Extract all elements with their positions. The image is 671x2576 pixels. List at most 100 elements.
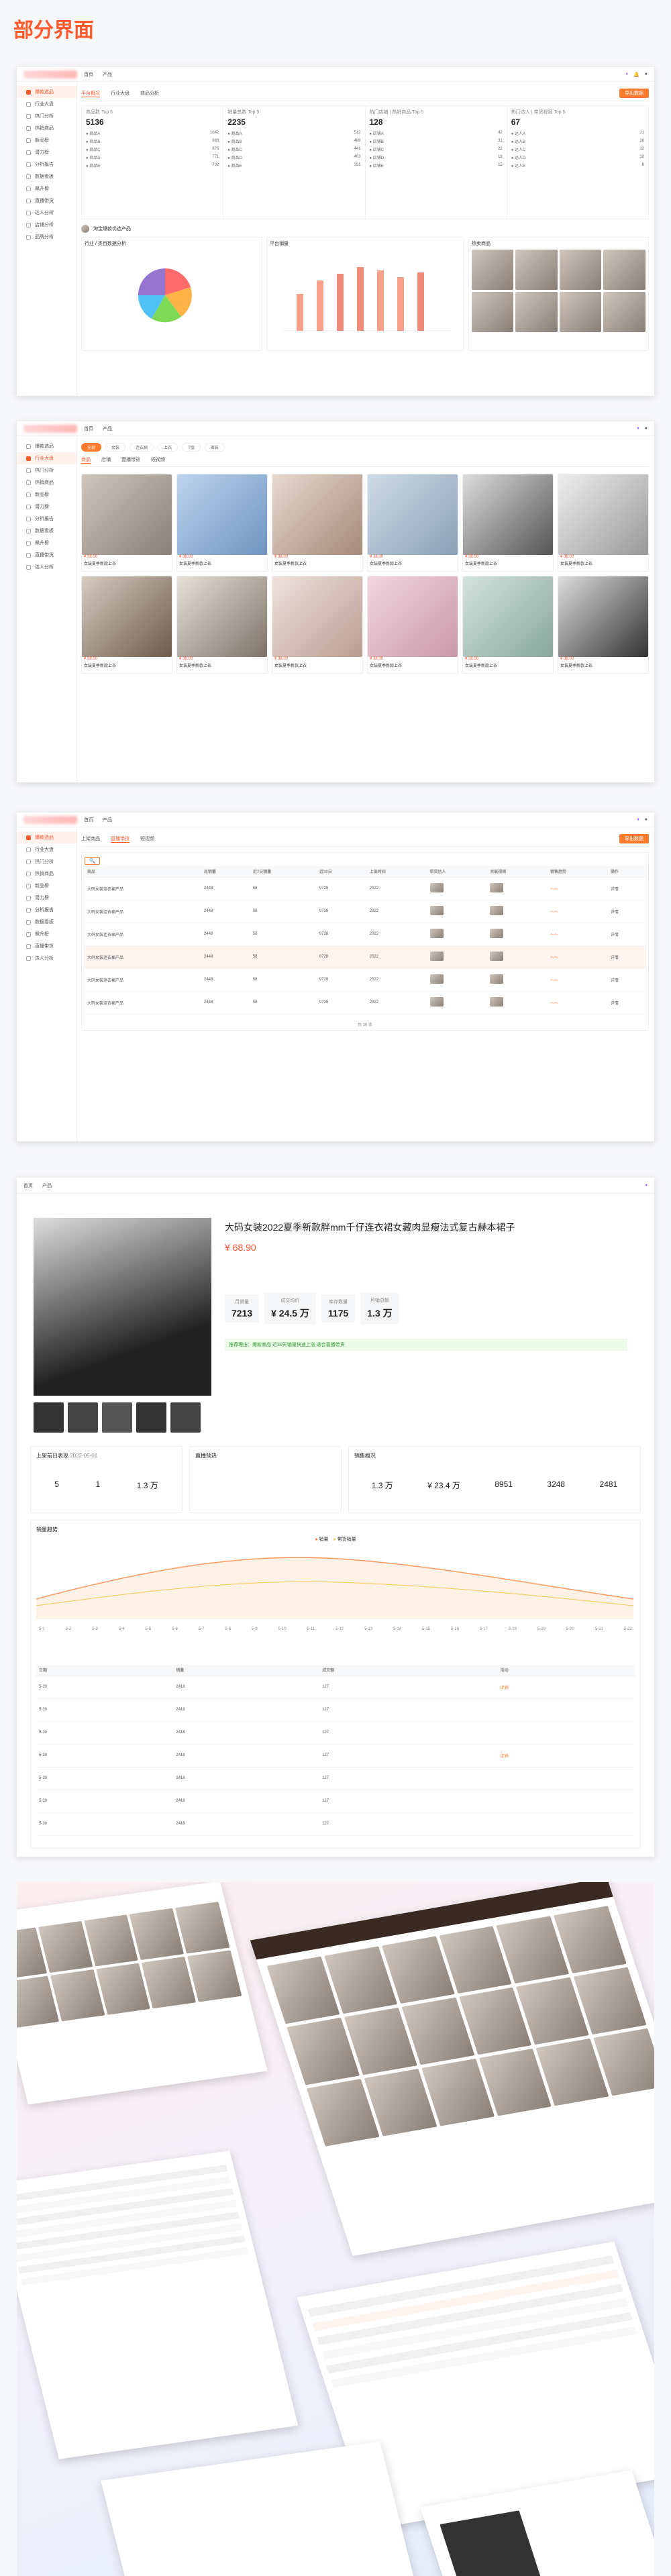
- sidebar-item[interactable]: 数据看板: [17, 525, 76, 537]
- product-thumb[interactable]: [515, 292, 558, 332]
- nav-product[interactable]: 产品: [103, 427, 112, 431]
- vip-icon[interactable]: ♦: [637, 426, 639, 431]
- product-card[interactable]: ¥ 38.00 女装夏季新款上衣: [462, 576, 554, 674]
- nav-home[interactable]: 首页: [23, 1184, 33, 1188]
- tab-industry[interactable]: 行业大盘: [111, 90, 130, 97]
- nav-home[interactable]: 首页: [84, 72, 93, 77]
- product-card[interactable]: ¥ 38.00 女装夏季新款上衣: [558, 576, 649, 674]
- sidebar-item[interactable]: 店铺分析: [17, 219, 76, 231]
- tab-goods[interactable]: 商品: [81, 456, 91, 464]
- export-button[interactable]: 导出数据: [619, 89, 649, 98]
- product-card[interactable]: ¥ 38.00 女装夏季新款上衣: [81, 576, 172, 674]
- chip[interactable]: 连衣裙: [130, 442, 154, 452]
- product-card[interactable]: ¥ 38.00 女装夏季新款上衣: [367, 474, 458, 572]
- sidebar-item[interactable]: 数据看板: [17, 916, 76, 928]
- sidebar-item[interactable]: 潜力榜: [17, 892, 76, 904]
- sidebar-item[interactable]: 爆款选品: [17, 440, 76, 452]
- table-row[interactable]: 大码女装连衣裙产品 2448 58 9728 2022 ～～ 详情: [85, 968, 646, 992]
- vip-icon[interactable]: ♦: [625, 72, 628, 76]
- product-card[interactable]: ¥ 38.00 女装夏季新款上衣: [462, 474, 554, 572]
- sidebar-item[interactable]: 分析报告: [17, 513, 76, 525]
- thumbnail[interactable]: [68, 1402, 98, 1433]
- product-thumb[interactable]: [471, 292, 514, 332]
- sidebar-item[interactable]: 爆款选品: [17, 86, 76, 98]
- sidebar-item[interactable]: 达人分析: [17, 207, 76, 219]
- sidebar-item[interactable]: 爆款选品: [17, 831, 76, 843]
- tab-products[interactable]: 商品分析: [140, 90, 159, 97]
- product-thumb[interactable]: [559, 250, 602, 290]
- thumbnail[interactable]: [34, 1402, 64, 1433]
- export-button[interactable]: 导出数据: [619, 834, 649, 843]
- sidebar-item[interactable]: 分析报告: [17, 904, 76, 916]
- thumbnail[interactable]: [170, 1402, 201, 1433]
- nav-product[interactable]: 产品: [42, 1184, 52, 1188]
- sidebar-item[interactable]: 行业大盘: [17, 98, 76, 110]
- product-card[interactable]: ¥ 38.00 女装夏季新款上衣: [81, 474, 172, 572]
- product-thumb[interactable]: [603, 250, 646, 290]
- sidebar-item[interactable]: 新品榜: [17, 488, 76, 501]
- chip[interactable]: 女装: [105, 442, 126, 452]
- sidebar-item[interactable]: 直播带货: [17, 195, 76, 207]
- sidebar-item[interactable]: 行业大盘: [17, 843, 76, 856]
- sidebar-item[interactable]: 飙升榜: [17, 537, 76, 549]
- product-card[interactable]: ¥ 38.00 女装夏季新款上衣: [558, 474, 649, 572]
- sidebar-item[interactable]: 飙升榜: [17, 183, 76, 195]
- notice-icon[interactable]: 🔔: [633, 72, 639, 77]
- sidebar-item[interactable]: 新品榜: [17, 880, 76, 892]
- pagination[interactable]: 共 30 条: [85, 1021, 646, 1027]
- nav-home[interactable]: 首页: [84, 818, 93, 823]
- tab-shop[interactable]: 店铺: [101, 456, 111, 464]
- sidebar-item[interactable]: 数据看板: [17, 170, 76, 183]
- tab-video[interactable]: 短视频: [151, 456, 165, 464]
- sidebar-item[interactable]: 飙升榜: [17, 928, 76, 940]
- sidebar-item[interactable]: 品牌分析: [17, 231, 76, 243]
- nav-product[interactable]: 产品: [103, 72, 112, 77]
- tab-live[interactable]: 直播带货: [121, 456, 140, 464]
- table-row[interactable]: 大码女装连衣裙产品 2448 58 9728 2022 ～～ 详情: [85, 900, 646, 923]
- sidebar-item[interactable]: 直播带货: [17, 940, 76, 952]
- sidebar-item[interactable]: 潜力榜: [17, 146, 76, 158]
- sidebar-item[interactable]: 潜力榜: [17, 501, 76, 513]
- sidebar-item[interactable]: 达人分析: [17, 561, 76, 573]
- sidebar-item[interactable]: 达人分析: [17, 952, 76, 964]
- table-row[interactable]: 大码女装连衣裙产品 2448 58 9728 2022 ～～ 详情: [85, 945, 646, 969]
- sidebar-item[interactable]: 热销商品: [17, 122, 76, 134]
- product-card[interactable]: ¥ 38.00 女装夏季新款上衣: [176, 474, 268, 572]
- product-card[interactable]: ¥ 38.00 女装夏季新款上衣: [272, 474, 363, 572]
- product-thumb[interactable]: [559, 292, 602, 332]
- product-thumb[interactable]: [515, 250, 558, 290]
- sidebar-item[interactable]: 热销商品: [17, 868, 76, 880]
- vip-icon[interactable]: ♦: [645, 1183, 648, 1188]
- thumbnail[interactable]: [102, 1402, 132, 1433]
- tab-overview[interactable]: 平台概况: [81, 90, 100, 97]
- tab-live[interactable]: 直播带货: [111, 835, 130, 843]
- user-icon[interactable]: ●: [645, 817, 648, 822]
- chip[interactable]: T恤: [182, 442, 201, 452]
- product-thumb[interactable]: [471, 250, 514, 290]
- product-card[interactable]: ¥ 38.00 女装夏季新款上衣: [367, 576, 458, 674]
- sidebar-item[interactable]: 热销商品: [17, 476, 76, 488]
- tab-video[interactable]: 短视频: [140, 835, 154, 842]
- sidebar-item[interactable]: 热门分析: [17, 856, 76, 868]
- user-icon[interactable]: ●: [645, 426, 648, 431]
- sidebar-item[interactable]: 行业大盘: [17, 452, 76, 464]
- sidebar-item[interactable]: 分析报告: [17, 158, 76, 170]
- sidebar-item[interactable]: 热门分析: [17, 464, 76, 476]
- user-icon[interactable]: ●: [645, 72, 648, 76]
- thumbnail[interactable]: [136, 1402, 166, 1433]
- nav-home[interactable]: 首页: [84, 427, 93, 431]
- shop-name[interactable]: 淘宝爆款优选产品: [93, 225, 131, 232]
- chip[interactable]: 裤装: [204, 442, 225, 452]
- nav-product[interactable]: 产品: [103, 818, 112, 823]
- sidebar-item[interactable]: 直播带货: [17, 549, 76, 561]
- vip-icon[interactable]: ♦: [637, 817, 639, 822]
- product-thumb[interactable]: [603, 292, 646, 332]
- table-row[interactable]: 大码女装连衣裙产品 2448 58 9728 2022 ～～ 详情: [85, 991, 646, 1015]
- tab-listed[interactable]: 上架商品: [81, 835, 100, 842]
- chip[interactable]: 上衣: [158, 442, 178, 452]
- table-row[interactable]: 大码女装连衣裙产品 2448 58 9728 2022 ～～ 详情: [85, 923, 646, 946]
- sidebar-item[interactable]: 热门分析: [17, 110, 76, 122]
- chip[interactable]: 全部: [81, 442, 102, 452]
- product-card[interactable]: ¥ 38.00 女装夏季新款上衣: [272, 576, 363, 674]
- search-input[interactable]: 🔍: [85, 857, 100, 865]
